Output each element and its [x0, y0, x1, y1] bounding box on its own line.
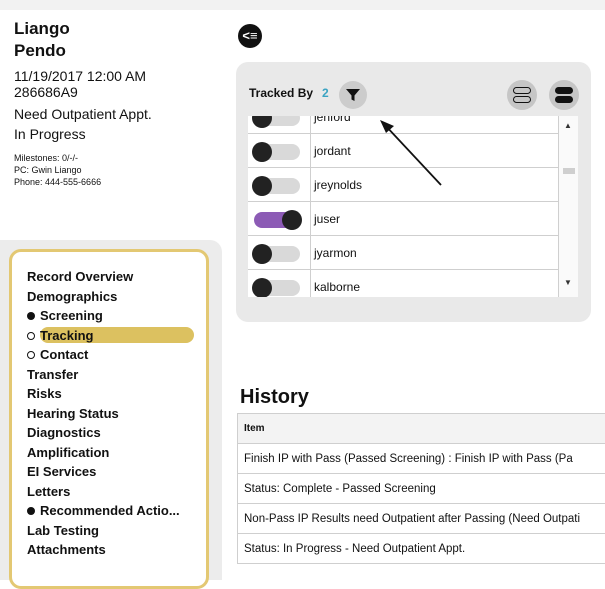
filled-dot-icon — [27, 312, 35, 320]
user-name: jreynolds — [314, 178, 363, 192]
list-view-outline-icon[interactable] — [507, 80, 537, 110]
primary-contact: PC: Gwin Liango — [14, 165, 82, 175]
toggle-knob — [252, 142, 272, 162]
user-name: juser — [314, 212, 341, 226]
nav-item-attachments[interactable]: Attachments — [27, 540, 202, 560]
phone: Phone: 444-555-6666 — [14, 177, 102, 187]
user-name: jenford — [314, 116, 351, 124]
user-row[interactable]: jyarmon — [248, 236, 558, 270]
collapse-left-icon[interactable]: <≡ — [238, 24, 262, 48]
nav-item-amplification[interactable]: Amplification — [27, 443, 202, 463]
toggle-knob — [252, 116, 272, 128]
user-name: kalborne — [314, 280, 361, 294]
nav-item-record-overview[interactable]: Record Overview — [27, 267, 202, 287]
nav-item-hearing-status[interactable]: Hearing Status — [27, 404, 202, 424]
nav-item-label: Diagnostics — [27, 425, 101, 440]
nav-item-label: Risks — [27, 386, 62, 401]
track-toggle[interactable] — [252, 142, 300, 162]
toggle-knob — [252, 278, 272, 297]
track-toggle[interactable] — [254, 210, 302, 230]
toggle-cell — [248, 116, 311, 133]
toggle-knob — [252, 176, 272, 196]
filled-dot-icon — [27, 507, 35, 515]
annotation-arrow-icon — [380, 120, 442, 186]
nav-item-transfer[interactable]: Transfer — [27, 365, 202, 385]
toggle-cell — [248, 134, 311, 167]
nav-item-label: Tracking — [40, 327, 94, 343]
toggle-cell — [248, 168, 311, 201]
patient-status-title: Need Outpatient Appt. — [14, 106, 152, 122]
nav-item-label: Record Overview — [27, 269, 134, 284]
nav-item-label: Screening — [40, 308, 103, 323]
nav-item-label: Lab Testing — [27, 522, 99, 538]
nav-item-label: Amplification — [27, 444, 110, 460]
history-row: Non-Pass IP Results need Outpatient afte… — [237, 504, 605, 534]
history-column-header[interactable]: Item — [237, 414, 605, 444]
nav-item-label: Hearing Status — [27, 405, 119, 421]
tracked-by-count: 2 — [322, 86, 329, 100]
nav-item-recommended-actio[interactable]: Recommended Actio... — [27, 501, 202, 521]
patient-card: Liango Pendo 11/19/2017 12:00 AM 286686A… — [14, 18, 224, 188]
milestones: Milestones: 0/-/- — [14, 153, 79, 163]
nav-item-demographics[interactable]: Demographics — [27, 287, 202, 307]
user-row[interactable]: juser — [248, 202, 558, 236]
nav-item-label: Demographics — [27, 288, 118, 304]
toggle-knob — [252, 244, 272, 264]
track-toggle[interactable] — [252, 278, 300, 297]
nav-item-label: Transfer — [27, 366, 79, 382]
hollow-dot-icon — [27, 351, 35, 359]
tracked-by-title: Tracked By — [249, 86, 314, 100]
user-row[interactable]: kalborne — [248, 270, 558, 297]
patient-status: In Progress — [14, 126, 86, 142]
toggle-cell — [248, 202, 311, 235]
top-divider — [0, 0, 605, 10]
nav-item-contact[interactable]: Contact — [27, 345, 202, 365]
patient-first-name: Liango — [14, 19, 70, 38]
list-view-filled-icon[interactable] — [549, 80, 579, 110]
nav-item-lab-testing[interactable]: Lab Testing — [27, 521, 202, 541]
patient-last-name: Pendo — [14, 41, 66, 60]
scroll-thumb[interactable] — [563, 168, 575, 174]
filter-icon[interactable] — [339, 81, 367, 109]
track-toggle[interactable] — [252, 116, 300, 128]
nav-item-risks[interactable]: Risks — [27, 384, 202, 404]
toggle-knob — [282, 210, 302, 230]
patient-id: 286686A9 — [14, 84, 78, 100]
history-title: History — [240, 386, 309, 408]
nav-item-label: Letters — [27, 483, 71, 499]
nav-item-diagnostics[interactable]: Diagnostics — [27, 423, 202, 443]
nav-item-label: EI Services — [27, 464, 97, 479]
patient-date: 11/19/2017 12:00 AM — [14, 68, 147, 84]
track-toggle[interactable] — [252, 176, 300, 196]
scroll-up-icon[interactable]: ▲ — [564, 121, 572, 130]
history-row: Finish IP with Pass (Passed Screening) :… — [237, 444, 605, 474]
nav-item-label: Recommended Actio... — [40, 503, 180, 518]
track-toggle[interactable] — [252, 244, 300, 264]
nav-item-screening[interactable]: Screening — [27, 306, 202, 326]
nav-item-label: Contact — [40, 347, 89, 362]
history-table: Item Finish IP with Pass (Passed Screeni… — [237, 413, 605, 564]
hollow-dot-icon — [27, 331, 35, 340]
user-name: jyarmon — [314, 246, 357, 260]
toggle-cell — [248, 270, 311, 297]
user-name: jordant — [314, 144, 351, 158]
nav-item-ei-services[interactable]: EI Services — [27, 462, 202, 482]
history-row: Status: In Progress - Need Outpatient Ap… — [237, 534, 605, 564]
user-list-scrollbar[interactable]: ▲ ▼ — [558, 116, 578, 297]
toggle-cell — [248, 236, 311, 269]
nav-item-letters[interactable]: Letters — [27, 482, 202, 502]
nav-item-label: Attachments — [27, 542, 106, 557]
record-nav: Record Overview Demographics Screening Trac… — [27, 267, 202, 560]
nav-item-tracking[interactable]: Tracking — [27, 326, 202, 346]
scroll-down-icon[interactable]: ▼ — [564, 278, 572, 287]
history-row: Status: Complete - Passed Screening — [237, 474, 605, 504]
